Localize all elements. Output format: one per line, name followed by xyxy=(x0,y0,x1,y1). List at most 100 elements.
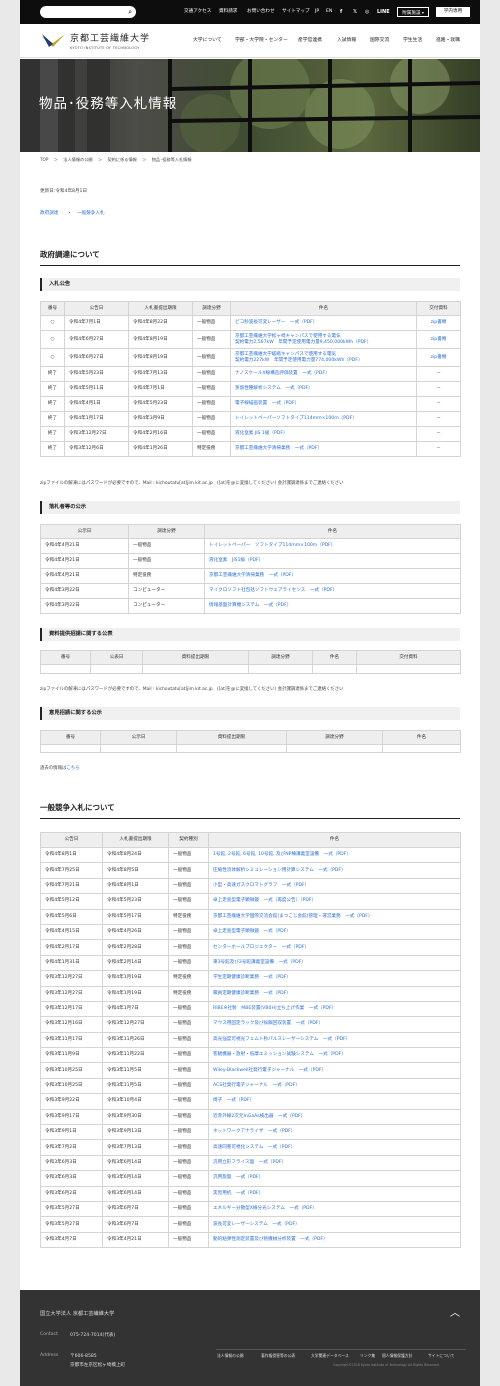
contact-link[interactable]: お問い合わせ xyxy=(247,8,275,16)
zip-download-link[interactable]: zip書類 xyxy=(416,315,461,331)
campus-only-button[interactable]: 学内専用 xyxy=(436,7,470,17)
lang-jp-link[interactable]: JP xyxy=(315,8,319,16)
document-link[interactable]: トイレットペーパー ソフトタイプ114mm×100m（PDF） xyxy=(204,538,461,554)
breadcrumb-top[interactable]: TOP xyxy=(40,157,48,162)
document-link[interactable]: マウス用固定ラック及び採餌回収装置 一式（PDF） xyxy=(208,1016,461,1033)
anchor-general-bid[interactable]: 一般競争入札 xyxy=(77,210,105,217)
document-link[interactable]: 職員定期健康診断業務 一式（PDF） xyxy=(208,985,461,1002)
table-cell: 令和4年2月17日 xyxy=(40,939,103,956)
breadcrumb-current: 物品･役務等入札情報 xyxy=(151,157,192,162)
document-link[interactable]: ナノスケールX線構造評価装置 一式（PDF） xyxy=(230,366,417,382)
footer-link-privacy[interactable]: 個人情報保護方針 xyxy=(382,1353,412,1359)
nav-industry[interactable]: 産学官連携 xyxy=(298,37,322,45)
document-link[interactable]: 京都工芸繊維大学松ヶ崎キャンパスで使用する電気 契約電力2,567kW 年間予定… xyxy=(230,330,417,349)
document-link[interactable]: 客観機器・放射・低摩エミッション試験システム 一式（PDF） xyxy=(208,1047,461,1064)
table-cell: 一般物品 xyxy=(192,426,231,442)
document-link[interactable]: 椅子 一式（PDF） xyxy=(208,1093,461,1110)
document-link[interactable]: Wiley-Blackwell社発行電子ジャーナル 一式（PDF） xyxy=(208,1062,461,1079)
footer-link-about[interactable]: サイトについて xyxy=(428,1353,454,1359)
document-link[interactable]: 汎用立形フライス盤 一式（PDF） xyxy=(208,1154,461,1172)
document-link[interactable]: ピコ秒波長可変レーザー 一式（PDF） xyxy=(230,315,417,331)
table-cell: 一般物品 xyxy=(168,939,209,956)
table-cell: 終了 xyxy=(40,381,65,397)
document-link[interactable]: センターホールプロジェクター 一式（PDF） xyxy=(208,939,461,956)
footer-link-links[interactable]: リンク集 xyxy=(360,1353,375,1359)
document-link[interactable]: 動的粘弾性測定装置及び熱機械分析装置 一式（PDF） xyxy=(208,1231,461,1249)
document-link[interactable]: 卓上走査型電子顕微鏡 一式（PDF） xyxy=(208,923,461,941)
document-link[interactable]: 実習用机 一式（PDF） xyxy=(208,1185,461,1202)
table-cell: 令和4年1月31日 xyxy=(40,954,103,972)
nav-about[interactable]: 大学について xyxy=(193,37,222,45)
table-cell: 令和4年5月23日 xyxy=(64,366,129,382)
table-row: 令和3年12月27日 令和4年1月19日 特定役務 学生定期健康診断業務 一式（PDF… xyxy=(40,970,461,987)
document-link[interactable]: 京都工芸繊維大学清掃業務 一式（PDF） xyxy=(204,568,461,584)
breadcrumb-contract[interactable]: 契約に係る情報 xyxy=(108,157,137,162)
document-link[interactable]: 情報基盤計算機システム 一式（PDF） xyxy=(204,598,461,614)
document-link[interactable]: 圧縮性流体解析シミュレーション用計算システム 一式（PDF） xyxy=(208,862,461,879)
breadcrumb-disclosure[interactable]: 法人情報の公開 xyxy=(63,157,92,162)
document-link[interactable]: ネットワークアナライザ 一式（PDF） xyxy=(208,1124,461,1141)
document-link[interactable]: 小型・高速ガスクロマトグラフ 一式（PDF） xyxy=(208,877,461,895)
past-info-link[interactable]: こちら xyxy=(66,766,79,771)
table-cell: 一般物品 xyxy=(168,954,209,972)
footer-tel[interactable]: 075-724-7014(代表) xyxy=(70,1332,115,1338)
access-link[interactable]: 交通アクセス xyxy=(184,8,211,16)
nav-career[interactable]: 進路・就職 xyxy=(436,37,460,45)
table-cell xyxy=(40,664,91,674)
table-cell: 一般物品 xyxy=(168,1139,209,1156)
document-link[interactable]: エネルギー分散型X線分光システム 一式（PDF） xyxy=(208,1200,461,1218)
table-cell: コンピューター xyxy=(128,583,205,599)
document-link[interactable]: マイクロソフト社包括ソフトウェアライセンス 一式（PDF） xyxy=(204,583,461,599)
line-icon[interactable]: LINE xyxy=(377,8,390,16)
document-link[interactable]: 1号館, 2号館, 6号館, 10号館, 及びNP棟講義室設備 一式（PDF） xyxy=(208,846,461,864)
document-link[interactable]: RIBE※社製 MBE装置(VB0H)立ち上げ作業 一式（PDF） xyxy=(208,1000,461,1018)
general-bid-table: 公告日 入札書提出期限 契約種別 件名 令和4年8月1日 令和4年8月24日 一般物… xyxy=(40,832,461,1249)
lang-en-link[interactable]: EN xyxy=(326,8,332,16)
instagram-icon[interactable]: ◎ xyxy=(365,8,369,16)
request-link[interactable]: 資料請求 xyxy=(219,8,237,16)
document-link[interactable]: 液化窒素 JIS1級（PDF） xyxy=(204,553,461,569)
document-link[interactable]: 学生定期健康診断業務 一式（PDF） xyxy=(208,970,461,987)
twitter-icon[interactable]: 𝕏 xyxy=(353,8,357,16)
document-link[interactable]: 京都工芸繊維大学清掃業務 一式（PDF） xyxy=(230,441,417,457)
table-cell: ○ xyxy=(40,348,65,367)
footer-link-copyright[interactable]: 著作権侵害等の公表 xyxy=(261,1353,295,1359)
document-link[interactable]: 東3号館及び3号館講義室設備 一式（PDF） xyxy=(208,954,461,972)
document-link[interactable]: 近赤外線2次元InGaAs検出器 一式（PDF） xyxy=(208,1108,461,1126)
document-link[interactable]: 京都工芸繊維大学国際交流会館(まつこじ会館)管理・運営業務 一式（PDF） xyxy=(208,908,461,925)
table-cell: 一般物品 xyxy=(168,923,209,941)
document-link[interactable]: 高光強度可視光フェムト秒パルスレーザーシステム 一式（PDF） xyxy=(208,1031,461,1049)
nav-admissions[interactable]: 入試情報 xyxy=(337,37,356,45)
facebook-icon[interactable]: f xyxy=(340,8,342,16)
document-link[interactable]: ACS社発行電子ジャーナル 一式（PDF） xyxy=(208,1077,461,1095)
footer-link-disclosure[interactable]: 法人情報の公開 xyxy=(217,1353,244,1359)
document-link[interactable]: 卓上走査型電子顕微鏡 一式（再度公告）（PDF） xyxy=(208,893,461,910)
anchor-gov-procurement[interactable]: 政府調達 xyxy=(40,210,58,217)
document-link[interactable]: トイレットペーパーソフトタイプ114mm×100m（PDF） xyxy=(230,411,417,427)
facilities-button[interactable]: 附属施設 ▾ xyxy=(397,7,429,17)
document-link[interactable]: 高速同重可視化システム 一式（PDF） xyxy=(208,1139,461,1156)
search-input[interactable]: ⌕ xyxy=(40,6,136,18)
table-cell: 令和4年5月12日 xyxy=(40,893,103,910)
document-link[interactable]: 汎用旋盤 一式（PDF） xyxy=(208,1170,461,1187)
document-link[interactable]: 京都工芸繊維大学嵯峨キャンパスで使用する電気 契約電力227kW 年間予定使用電… xyxy=(230,348,417,367)
search-icon[interactable]: ⌕ xyxy=(128,8,132,16)
nav-faculties[interactable]: 学部・大学院・センター xyxy=(235,37,288,45)
logo-title[interactable]: 京都工芸繊維大学 xyxy=(70,34,150,45)
table-row: 終了 令和4年4月1日 令和4年5月23日 一般物品 電子線描画装置 一式（PDF）－ xyxy=(40,396,461,412)
table-cell: 令和4年6月27日 xyxy=(64,330,129,349)
document-link[interactable]: 液化窒素 JIS 1級（PDF） xyxy=(230,426,417,442)
university-logo-icon[interactable] xyxy=(40,32,66,50)
document-link[interactable]: 電子線描画装置 一式（PDF） xyxy=(230,396,417,412)
sitemap-link[interactable]: サイトマップ xyxy=(282,8,310,16)
back-to-top-icon[interactable]: ︿ xyxy=(450,1304,460,1319)
zip-download-link[interactable]: zip書類 xyxy=(416,348,461,367)
nav-international[interactable]: 国際交流 xyxy=(370,37,389,45)
document-link[interactable]: 波長可変レーザーシステム 一式（PDF） xyxy=(208,1216,461,1233)
document-link[interactable]: 蒸留性種解析システム 一式（PDF） xyxy=(230,381,417,397)
table-cell: 一般物品 xyxy=(192,396,231,412)
zip-download-link[interactable]: zip書類 xyxy=(416,330,461,349)
nav-student-life[interactable]: 学生生活 xyxy=(403,37,422,45)
footer-link-database[interactable]: 大学関連データベース xyxy=(311,1353,349,1359)
table-cell: 特定役務 xyxy=(128,568,205,584)
